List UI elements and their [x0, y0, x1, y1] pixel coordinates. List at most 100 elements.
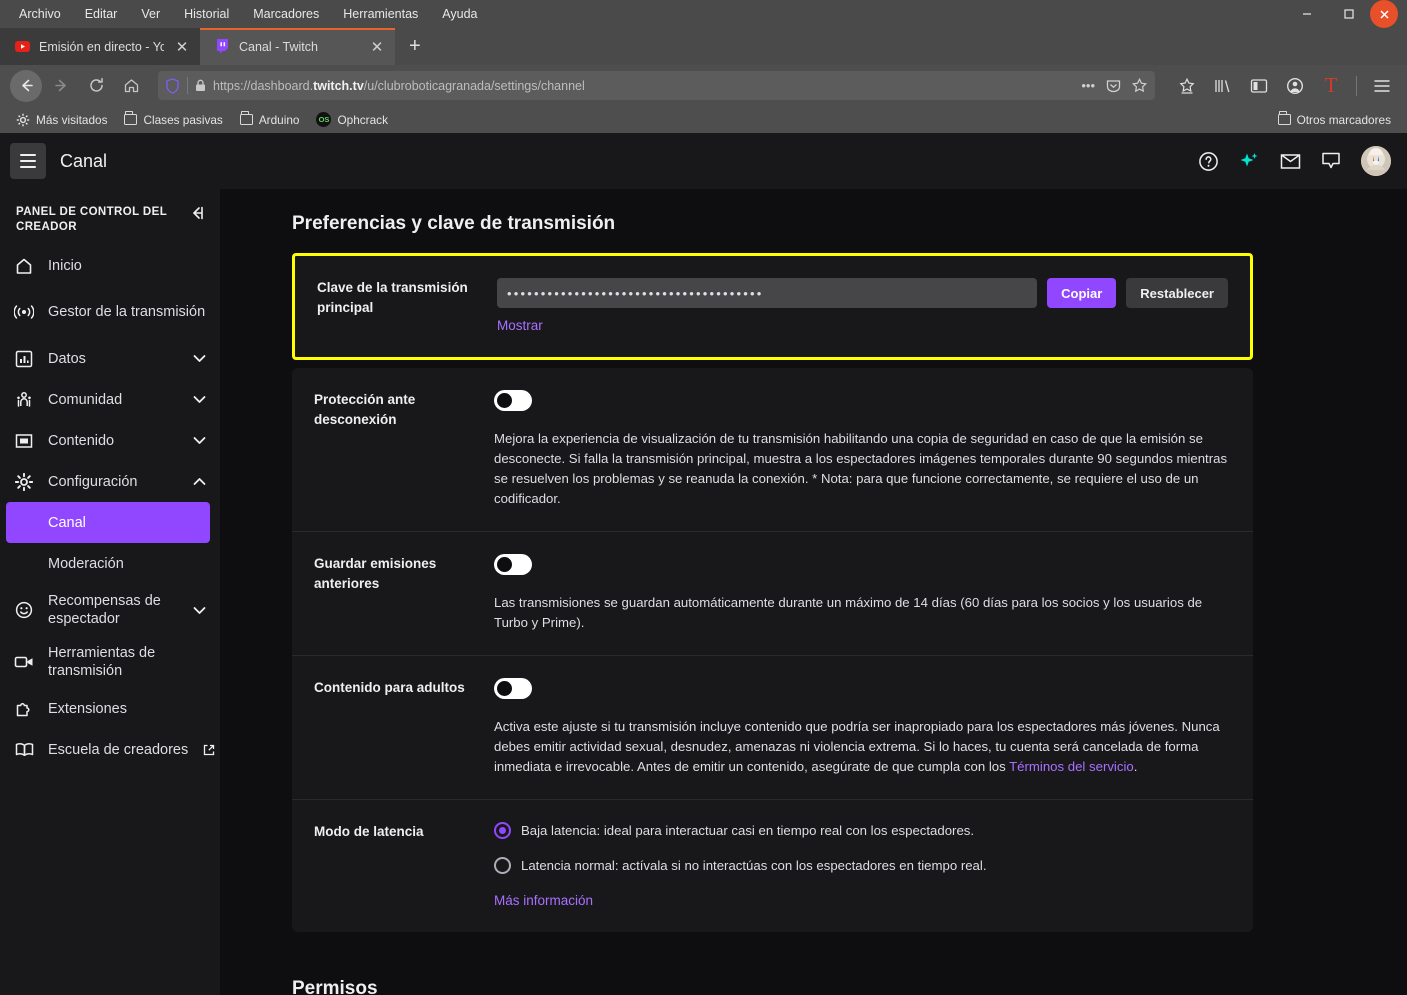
- sidebar-subitem-moderacion[interactable]: Moderación: [0, 543, 220, 584]
- header-actions: [1197, 146, 1391, 176]
- sidebar-item-contenido[interactable]: Contenido: [0, 420, 220, 461]
- menu-toggle-button[interactable]: [10, 143, 46, 179]
- sidebar-subitem-canal[interactable]: Canal: [6, 502, 210, 543]
- sidebar-item-recompensas[interactable]: Recompensas de espectador: [0, 584, 220, 636]
- browser-tab-youtube[interactable]: Emisión en directo - YouTube Stud ✕: [0, 28, 200, 65]
- save-past-broadcasts-toggle[interactable]: [494, 554, 532, 575]
- terms-of-service-link[interactable]: Términos del servicio: [1009, 759, 1134, 774]
- navigation-bar: https://dashboard.twitch.tv/u/clubroboti…: [0, 65, 1407, 106]
- sidebar-item-herramientas[interactable]: Herramientas de transmisión: [0, 636, 220, 688]
- menu-archivo[interactable]: Archivo: [8, 3, 72, 25]
- broadcast-icon: [14, 304, 34, 320]
- copy-button[interactable]: Copiar: [1047, 278, 1117, 308]
- avatar[interactable]: [1361, 146, 1391, 176]
- stream-key-card: Clave de la transmisión principal ••••••…: [292, 253, 1253, 360]
- library-icon[interactable]: [1208, 71, 1238, 101]
- collapse-sidebar-icon[interactable]: [188, 206, 206, 220]
- sidebar-item-configuracion[interactable]: Configuración: [0, 461, 220, 502]
- tab-title: Emisión en directo - YouTube Stud: [39, 39, 164, 54]
- help-icon[interactable]: [1197, 150, 1219, 172]
- account-icon[interactable]: [1280, 71, 1310, 101]
- chat-icon[interactable]: [1320, 150, 1342, 172]
- chevron-down-icon[interactable]: [193, 395, 206, 404]
- sidebar-heading: PANEL DE CONTROL DEL CREADOR: [16, 206, 167, 233]
- sparkle-icon[interactable]: [1238, 150, 1260, 172]
- stream-key-label: Clave de la transmisión principal: [317, 280, 468, 315]
- sidebar-item-extensiones[interactable]: Extensiones: [0, 688, 220, 729]
- menu-herramientas[interactable]: Herramientas: [332, 3, 429, 25]
- page-title: Canal: [60, 150, 108, 171]
- back-button[interactable]: [10, 69, 42, 102]
- sidebar-icon[interactable]: [1244, 71, 1274, 101]
- chevron-up-icon[interactable]: [193, 477, 206, 486]
- chevron-down-icon[interactable]: [193, 354, 206, 363]
- url-text[interactable]: https://dashboard.twitch.tv/u/clubroboti…: [213, 79, 1074, 93]
- pocket-icon[interactable]: [1106, 78, 1121, 93]
- sidebar-item-datos[interactable]: Datos: [0, 338, 220, 379]
- app-header: Canal: [0, 133, 1407, 189]
- home-icon: [14, 257, 34, 275]
- latency-option-normal[interactable]: Latencia normal: actívala si no interact…: [494, 857, 1231, 874]
- disconnect-protection-label: Protección ante desconexión: [314, 392, 416, 427]
- content-icon: [14, 433, 34, 449]
- browser-tab-twitch[interactable]: Canal - Twitch ✕: [200, 28, 395, 65]
- maximize-button[interactable]: [1328, 0, 1370, 28]
- bookmark-ophcrack[interactable]: OS Ophcrack: [309, 109, 394, 130]
- url-actions: •••: [1081, 78, 1147, 93]
- twitch-creator-dashboard: Canal PANEL DE CONTROL DEL CREADOR Inici…: [0, 133, 1407, 995]
- bookmark-star-icon[interactable]: [1132, 78, 1147, 93]
- section-title-preferencias: Preferencias y clave de transmisión: [292, 213, 616, 234]
- chevron-down-icon[interactable]: [193, 606, 206, 615]
- browser-chrome: Archivo Editar Ver Historial Marcadores …: [0, 0, 1407, 133]
- minimize-button[interactable]: [1286, 0, 1328, 28]
- home-button[interactable]: [115, 70, 147, 102]
- new-tab-button[interactable]: +: [395, 28, 435, 65]
- sidebar-item-escuela-creadores[interactable]: Escuela de creadores: [0, 729, 220, 770]
- forward-button[interactable]: [45, 70, 77, 102]
- menu-historial[interactable]: Historial: [173, 3, 240, 25]
- sidebar-item-label: Comunidad: [48, 391, 123, 408]
- bookmark-otros-marcadores[interactable]: Otros marcadores: [1271, 110, 1398, 130]
- bookmark-label: Ophcrack: [337, 112, 388, 127]
- reset-button[interactable]: Restablecer: [1126, 278, 1228, 308]
- main-content: Preferencias y clave de transmisión Clav…: [220, 189, 1407, 995]
- menu-editar[interactable]: Editar: [74, 3, 129, 25]
- bookmark-clases-pasivas[interactable]: Clases pasivas: [117, 110, 229, 130]
- page-actions-icon[interactable]: •••: [1081, 78, 1095, 93]
- tor-icon[interactable]: T: [1316, 71, 1346, 101]
- app-body: PANEL DE CONTROL DEL CREADOR Inicio Gest…: [0, 189, 1407, 995]
- latency-option-low[interactable]: Baja latencia: ideal para interactuar ca…: [494, 822, 1231, 839]
- menu-icon[interactable]: [1367, 71, 1397, 101]
- radio-low-latency[interactable]: [494, 822, 511, 839]
- chevron-down-icon[interactable]: [193, 436, 206, 445]
- url-bar[interactable]: https://dashboard.twitch.tv/u/clubroboti…: [158, 71, 1155, 100]
- more-info-link[interactable]: Más información: [494, 893, 593, 908]
- sidebar-item-comunidad[interactable]: Comunidad: [0, 379, 220, 420]
- disconnect-protection-toggle[interactable]: [494, 390, 532, 411]
- show-stream-key-link[interactable]: Mostrar: [497, 318, 543, 333]
- bookmark-arduino[interactable]: Arduino: [233, 110, 307, 130]
- menu-ayuda[interactable]: Ayuda: [431, 3, 488, 25]
- tab-strip: Emisión en directo - YouTube Stud ✕ Cana…: [0, 28, 1407, 65]
- bookmark-mas-visitados[interactable]: Más visitados: [9, 110, 114, 130]
- bookmark-label: Otros marcadores: [1296, 112, 1391, 127]
- sidebar-item-gestor-transmision[interactable]: Gestor de la transmisión: [0, 286, 220, 338]
- community-icon: [14, 391, 34, 409]
- close-icon[interactable]: ✕: [368, 38, 386, 56]
- inbox-icon[interactable]: [1279, 150, 1301, 172]
- sidebar-item-label: Recompensas de espectador: [48, 593, 161, 627]
- menu-ver[interactable]: Ver: [130, 3, 171, 25]
- adult-content-toggle[interactable]: [494, 678, 532, 699]
- close-window-button[interactable]: [1370, 0, 1398, 28]
- stream-key-input[interactable]: ••••••••••••••••••••••••••••••••••••••: [497, 278, 1038, 308]
- chart-icon: [14, 350, 34, 368]
- menu-marcadores[interactable]: Marcadores: [242, 3, 330, 25]
- sidebar-item-label: Herramientas de transmisión: [48, 645, 156, 679]
- lock-icon[interactable]: [195, 79, 206, 92]
- reload-button[interactable]: [80, 70, 112, 102]
- bookmark-star-toolbar-icon[interactable]: [1172, 71, 1202, 101]
- close-icon[interactable]: ✕: [173, 38, 191, 56]
- tor-shield-icon[interactable]: [165, 77, 180, 94]
- radio-normal-latency[interactable]: [494, 857, 511, 874]
- sidebar-item-inicio[interactable]: Inicio: [0, 245, 220, 286]
